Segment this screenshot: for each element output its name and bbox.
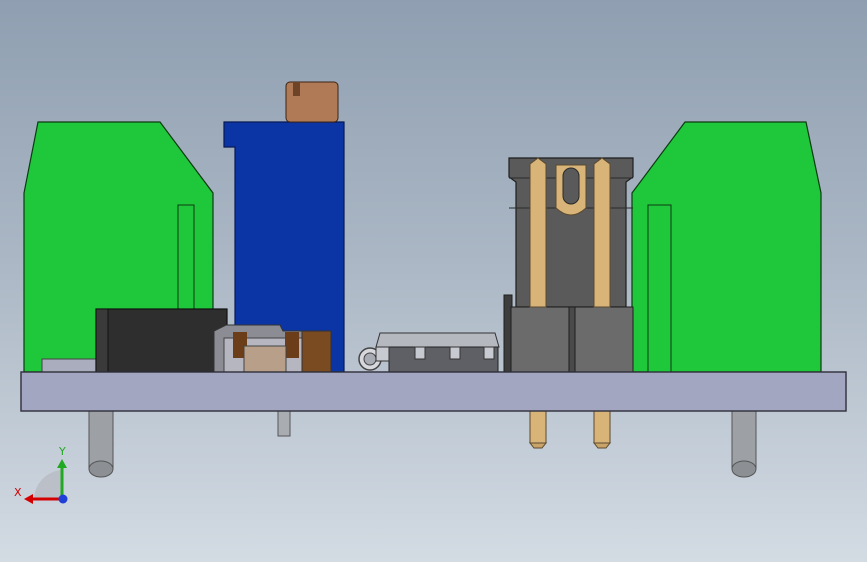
pin-header: [503, 157, 634, 373]
dc-jack: [95, 308, 228, 373]
y-axis-label: Y: [58, 445, 66, 458]
small-pin-bottom: [277, 410, 291, 437]
3d-viewport[interactable]: Y X: [0, 0, 867, 562]
standoff-left: [88, 410, 114, 478]
z-axis-dot: [58, 494, 68, 504]
reference-triad: Y X: [14, 445, 68, 504]
header-pins-bottom: [528, 410, 612, 449]
model-canvas[interactable]: Y X: [0, 0, 867, 562]
small-connector: [213, 324, 332, 373]
pcb-board: [20, 371, 847, 412]
ic-package: [375, 332, 500, 373]
x-axis-label: X: [14, 486, 22, 499]
standoff-right: [731, 410, 757, 478]
terminal-block-right: [631, 121, 822, 373]
